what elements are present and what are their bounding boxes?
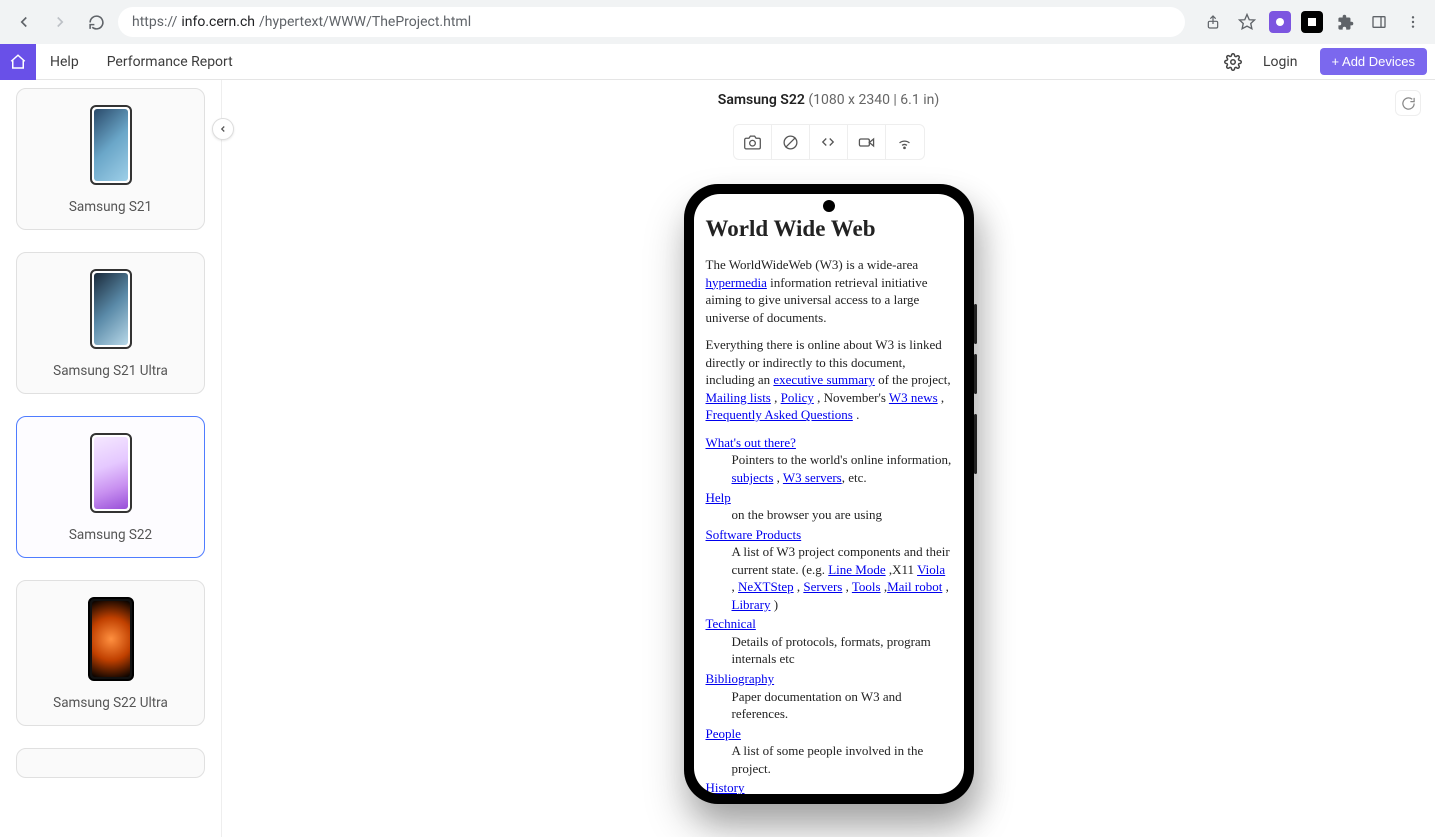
power-button: [974, 414, 977, 474]
preview-toolbar: [222, 124, 1435, 160]
help-link[interactable]: Help: [36, 54, 93, 70]
url-path: /hypertext/WWW/TheProject.html: [259, 14, 471, 30]
device-card-label: Samsung S21 Ultra: [53, 363, 168, 379]
camera-notch: [823, 200, 835, 212]
device-screen[interactable]: World Wide Web The WorldWideWeb (W3) is …: [694, 194, 964, 794]
device-card-samsung-s21-ultra[interactable]: Samsung S21 Ultra: [16, 252, 205, 394]
device-card-label: Samsung S22: [69, 527, 152, 543]
hypermedia-link[interactable]: hypermedia: [706, 275, 767, 290]
network-button[interactable]: [886, 125, 924, 159]
settings-gear-icon[interactable]: [1217, 53, 1249, 71]
mailing-lists-link[interactable]: Mailing lists: [706, 390, 771, 405]
extension-purple-icon[interactable]: [1269, 11, 1291, 33]
address-bar[interactable]: https://info.cern.ch/hypertext/WWW/ThePr…: [118, 7, 1185, 37]
extensions-puzzle-icon[interactable]: [1333, 10, 1357, 34]
add-devices-button[interactable]: + Add Devices: [1320, 48, 1427, 75]
policy-link[interactable]: Policy: [781, 390, 814, 405]
app-header: Help Performance Report Login + Add Devi…: [0, 44, 1435, 80]
definition-list: What's out there? Pointers to the world'…: [706, 434, 952, 794]
page-title: World Wide Web: [706, 216, 952, 242]
volume-up-button: [974, 304, 977, 344]
device-sidebar: Samsung S21 Samsung S21 Ultra Samsung S22 S…: [0, 80, 222, 837]
device-mockup: World Wide Web The WorldWideWeb (W3) is …: [684, 184, 974, 804]
device-card-samsung-s22[interactable]: Samsung S22: [16, 416, 205, 558]
rotate-button[interactable]: [772, 125, 810, 159]
forward-button[interactable]: [46, 8, 74, 36]
home-button[interactable]: [0, 44, 36, 80]
intro-paragraph-1: The WorldWideWeb (W3) is a wide-area hyp…: [706, 256, 952, 326]
refresh-preview-button[interactable]: [1395, 90, 1421, 116]
device-thumbnail: [90, 269, 132, 349]
bibliography-link[interactable]: Bibliography: [706, 671, 775, 686]
device-card-partial[interactable]: [16, 748, 205, 778]
devtools-button[interactable]: [810, 125, 848, 159]
tools-link[interactable]: Tools: [852, 579, 881, 594]
w3-news-link[interactable]: W3 news: [889, 390, 938, 405]
reload-button[interactable]: [82, 8, 110, 36]
mail-robot-link[interactable]: Mail robot: [887, 579, 942, 594]
library-link[interactable]: Library: [732, 597, 771, 612]
device-card-samsung-s21[interactable]: Samsung S21: [16, 88, 205, 230]
device-card-label: Samsung S22 Ultra: [53, 695, 168, 711]
device-thumbnail: [90, 105, 132, 185]
kebab-menu-icon[interactable]: [1401, 10, 1425, 34]
chrome-actions: [1201, 10, 1425, 34]
screenshot-button[interactable]: [734, 125, 772, 159]
url-host: info.cern.ch: [181, 14, 255, 30]
w3-servers-link[interactable]: W3 servers: [783, 470, 842, 485]
help-link-dl[interactable]: Help: [706, 490, 731, 505]
login-link[interactable]: Login: [1249, 54, 1312, 70]
panel-icon[interactable]: [1367, 10, 1391, 34]
whats-out-there-link[interactable]: What's out there?: [706, 435, 796, 450]
bookmark-star-icon[interactable]: [1235, 10, 1259, 34]
servers-link[interactable]: Servers: [803, 579, 842, 594]
back-button[interactable]: [10, 8, 38, 36]
software-products-link[interactable]: Software Products: [706, 527, 802, 542]
history-link[interactable]: History: [706, 780, 745, 794]
share-icon[interactable]: [1201, 10, 1225, 34]
faq-link[interactable]: Frequently Asked Questions: [706, 407, 853, 422]
people-link[interactable]: People: [706, 726, 741, 741]
intro-paragraph-2: Everything there is online about W3 is l…: [706, 336, 952, 424]
subjects-link[interactable]: subjects: [732, 470, 774, 485]
device-thumbnail: [90, 433, 132, 513]
record-button[interactable]: [848, 125, 886, 159]
collapse-sidebar-button[interactable]: [212, 118, 234, 140]
url-scheme: https://: [132, 14, 177, 30]
executive-summary-link[interactable]: executive summary: [773, 372, 874, 387]
preview-area: Samsung S22 (1080 x 2340 | 6.1 in): [222, 80, 1435, 837]
nextstep-link[interactable]: NeXTStep: [738, 579, 794, 594]
technical-link[interactable]: Technical: [706, 616, 756, 631]
browser-toolbar: https://info.cern.ch/hypertext/WWW/ThePr…: [0, 0, 1435, 44]
device-spec: (1080 x 2340 | 6.1 in): [808, 92, 939, 108]
device-card-label: Samsung S21: [69, 199, 152, 215]
device-title: Samsung S22 (1080 x 2340 | 6.1 in): [222, 92, 1435, 108]
performance-report-link[interactable]: Performance Report: [93, 54, 247, 70]
volume-down-button: [974, 354, 977, 394]
device-card-samsung-s22-ultra[interactable]: Samsung S22 Ultra: [16, 580, 205, 726]
line-mode-link[interactable]: Line Mode: [828, 562, 885, 577]
extension-black-icon[interactable]: [1301, 11, 1323, 33]
viola-link[interactable]: Viola: [917, 562, 945, 577]
device-name: Samsung S22: [718, 92, 805, 108]
device-thumbnail: [88, 597, 134, 681]
